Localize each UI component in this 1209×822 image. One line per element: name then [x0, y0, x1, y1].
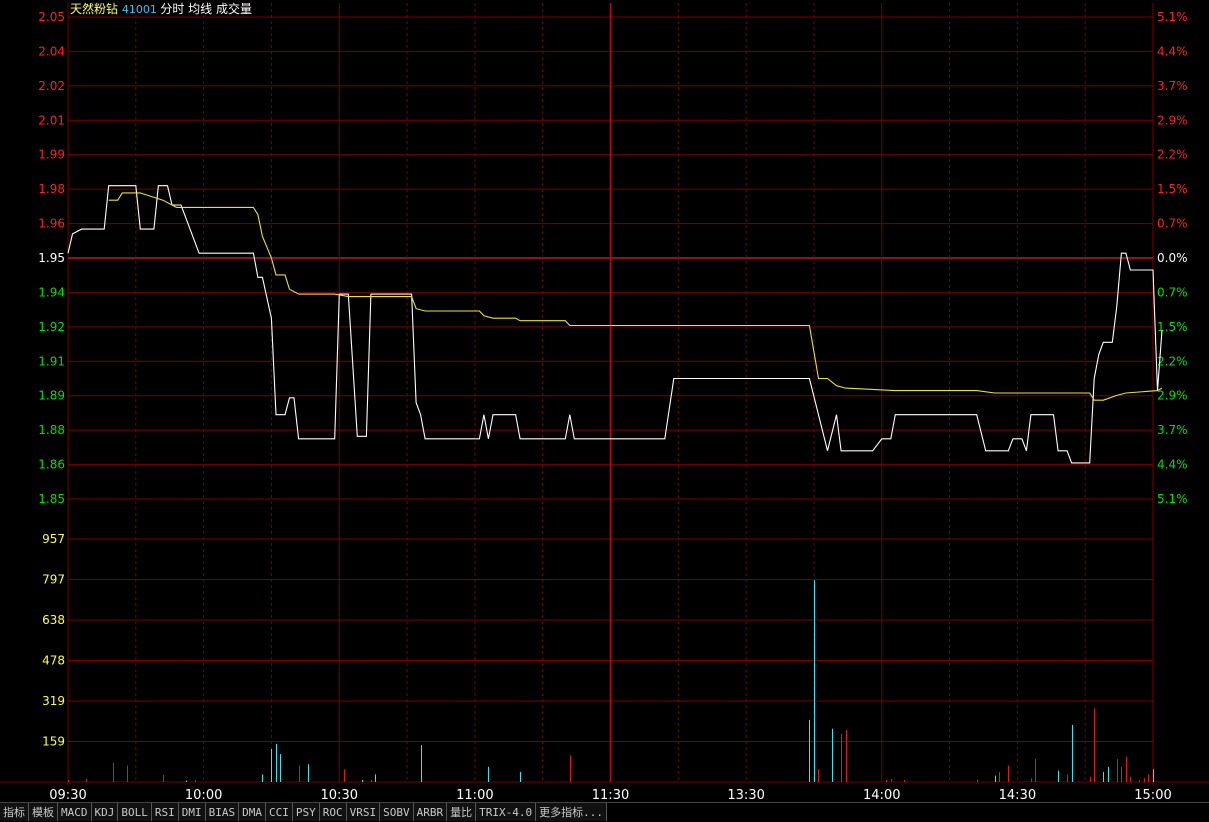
indicator-tab[interactable]: ROC — [319, 803, 347, 821]
price-tick-label: 1.92 — [38, 320, 65, 334]
pct-tick-label: 2.9% — [1157, 389, 1188, 403]
time-tick-label: 11:30 — [592, 788, 629, 803]
time-tick-label: 09:30 — [49, 788, 86, 803]
indicator-tab[interactable]: 模板 — [29, 803, 58, 821]
indicator-tab[interactable]: BOLL — [118, 803, 152, 821]
time-tick-label: 11:00 — [456, 788, 493, 803]
indicator-tab[interactable]: DMI — [178, 803, 206, 821]
pct-tick-label: 0.7% — [1157, 217, 1188, 231]
indicator-tab[interactable]: MACD — [58, 803, 92, 821]
time-tick-label: 14:00 — [863, 788, 900, 803]
pct-tick-label: 2.9% — [1157, 113, 1188, 127]
time-tick-label: 10:30 — [321, 788, 358, 803]
volume-tick-label: 319 — [42, 694, 65, 708]
indicator-tab[interactable]: 量比 — [447, 803, 477, 821]
volume-tick-label: 159 — [42, 735, 65, 749]
pct-tick-label: 0.0% — [1157, 251, 1188, 265]
price-tick-label: 1.85 — [38, 492, 65, 506]
price-tick-label: 2.05 — [38, 10, 65, 24]
pct-tick-label: 3.7% — [1157, 423, 1188, 437]
indicator-tab[interactable]: RSI — [151, 803, 179, 821]
price-tick-label: 1.95 — [38, 251, 65, 265]
price-tick-label: 1.94 — [38, 285, 65, 299]
indicator-tab[interactable]: CCI — [266, 803, 293, 821]
price-tick-label: 2.01 — [38, 113, 65, 127]
indicator-tab-bar: 指标 模板 MACD KDJ BOLL RSI DMI BIAS DMA CCI PSY ROC VRS… — [0, 802, 1209, 822]
stock-name: 天然粉钻 — [70, 1, 122, 16]
time-tick-label: 13:30 — [727, 788, 764, 803]
price-tick-label: 1.89 — [38, 389, 65, 403]
pct-tick-label: 4.4% — [1157, 44, 1188, 58]
volume-tick-label: 957 — [42, 532, 65, 546]
time-tick-label: 15:00 — [1134, 788, 1171, 803]
pct-tick-label: 4.4% — [1157, 458, 1188, 472]
volume-tick-label: 797 — [42, 573, 65, 587]
pct-tick-label: 2.2% — [1157, 354, 1188, 368]
price-tick-label: 2.02 — [38, 79, 65, 93]
pct-tick-label: 1.5% — [1157, 182, 1188, 196]
price-tick-label: 1.99 — [38, 148, 65, 162]
time-tick-label: 14:30 — [999, 788, 1036, 803]
intraday-chart[interactable]: 2.05 5.1% 2.04 4.4% 2.02 3.7% 2.01 2.9% 1.99 2.2%… — [0, 0, 1209, 821]
pct-tick-label: 2.2% — [1157, 148, 1188, 162]
price-tick-label: 1.86 — [38, 458, 65, 472]
stock-code: 41001 — [122, 3, 161, 16]
price-tick-label: 1.96 — [38, 217, 65, 231]
time-tick-label: 10:00 — [185, 788, 222, 803]
volume-tick-label: 638 — [42, 613, 65, 627]
indicator-tab[interactable]: BIAS — [205, 803, 240, 821]
pct-tick-label: 5.1% — [1157, 492, 1188, 506]
price-tick-label: 1.91 — [38, 354, 65, 368]
price-tick-label: 2.04 — [38, 44, 65, 58]
indicator-tab[interactable]: VRSI — [346, 803, 381, 821]
pct-tick-label: 3.7% — [1157, 79, 1188, 93]
indicator-tab[interactable]: 更多指标... — [536, 803, 607, 821]
indicator-tab[interactable]: KDJ — [91, 803, 119, 821]
indicator-tab[interactable]: SOBV — [380, 803, 414, 821]
indicator-tab[interactable]: PSY — [292, 803, 320, 821]
chart-header: 天然粉钻 41001 分时 均线 成交量 — [70, 1, 252, 16]
price-tick-label: 1.98 — [38, 182, 65, 196]
volume-tick-label: 478 — [42, 654, 65, 668]
header-items: 分时 均线 成交量 — [160, 1, 252, 16]
price-line — [67, 185, 1163, 464]
price-tick-label: 1.88 — [38, 423, 65, 437]
pct-tick-label: 0.7% — [1157, 285, 1188, 299]
indicator-tab[interactable]: ARBR — [413, 803, 448, 821]
indicator-tab[interactable]: DMA — [239, 803, 266, 821]
indicator-tab[interactable]: 指标 — [0, 803, 29, 821]
indicator-tab[interactable]: TRIX-4.0 — [476, 803, 537, 821]
pct-tick-label: 5.1% — [1157, 10, 1188, 24]
